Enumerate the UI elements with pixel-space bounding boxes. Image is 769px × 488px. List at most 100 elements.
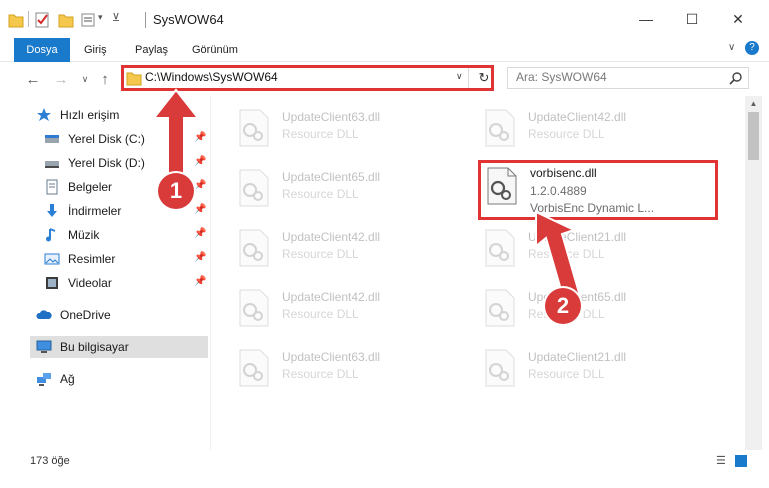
file-name: UpdateClient21.dll [528, 350, 627, 364]
details-view-icon[interactable]: ☰ [716, 455, 726, 467]
pin-icon[interactable]: 📌 [194, 204, 206, 215]
file-item[interactable]: UpdateClient42.dll Resource DLL [472, 98, 712, 154]
dll-file-icon [485, 289, 515, 327]
dll-file-icon [239, 169, 269, 207]
item-count: 173 öğe [30, 455, 70, 467]
sidebar-item-label: Videolar [68, 276, 112, 290]
new-folder-icon[interactable] [58, 11, 74, 29]
status-bar [0, 450, 769, 474]
search-icon[interactable] [729, 71, 743, 85]
tab-file[interactable]: Dosya [14, 38, 70, 62]
maximize-button[interactable]: ☐ [669, 0, 715, 38]
help-icon[interactable]: ? [745, 41, 759, 55]
dll-file-icon [239, 349, 269, 387]
file-type: Resource DLL [282, 307, 359, 321]
music-icon [44, 227, 60, 243]
quick-access-dropdown-icon[interactable]: ⊻ [112, 11, 120, 24]
file-name: UpdateClient42.dll [282, 230, 381, 244]
file-type: Resource DLL [282, 127, 359, 141]
recent-locations-button[interactable]: ∨ [76, 70, 94, 88]
sidebar-item-label: Resimler [68, 252, 116, 266]
file-item[interactable]: UpdateClient65.dll Resource DLL [226, 158, 466, 214]
forward-button[interactable]: → [52, 70, 70, 88]
sidebar-item-onedrive[interactable]: OneDrive [36, 304, 208, 326]
title-separator [145, 12, 146, 28]
file-name: UpdateClient42.dll [528, 110, 627, 124]
divider [28, 11, 29, 27]
minimize-button[interactable]: — [623, 0, 669, 38]
folder-icon[interactable] [8, 11, 24, 29]
file-type: Resource DLL [528, 127, 605, 141]
customize-icon[interactable] [80, 11, 96, 29]
back-button[interactable]: ← [24, 70, 42, 88]
file-item[interactable]: UpdateClient42.dll Resource DLL [226, 218, 466, 274]
sidebar-item-label: Ağ [60, 372, 75, 386]
sidebar-item-label: Müzik [68, 228, 100, 242]
dropdown-icon[interactable]: ▾ [98, 12, 103, 23]
sidebar-item-label: Yerel Disk (C:) [68, 132, 145, 146]
sidebar-item-network[interactable]: Ağ [36, 368, 208, 390]
video-icon [44, 275, 60, 291]
star-icon [36, 107, 52, 123]
drive-icon [44, 155, 60, 171]
document-icon [44, 179, 60, 195]
file-name: UpdateClient63.dll [282, 110, 381, 124]
sidebar-item-downloads[interactable]: İndirmeler 📌 [44, 200, 216, 222]
drive-icon [44, 131, 60, 147]
file-item[interactable]: UpdateClient42.dll Resource DLL [226, 278, 466, 334]
sidebar-item-this-pc[interactable]: Bu bilgisayar [30, 336, 208, 358]
file-name: UpdateClient63.dll [282, 350, 381, 364]
search-placeholder: Ara: SysWOW64 [516, 70, 607, 84]
sidebar-item-pictures[interactable]: Resimler 📌 [44, 248, 216, 270]
dll-file-icon [239, 289, 269, 327]
scroll-up-icon[interactable]: ▲ [745, 96, 762, 112]
dll-file-icon [485, 229, 515, 267]
file-type: Resource DLL [282, 187, 359, 201]
properties-icon[interactable] [34, 11, 50, 29]
sidebar-item-label: Hızlı erişim [60, 108, 120, 122]
dll-file-icon [485, 349, 515, 387]
file-item[interactable]: UpdateClient63.dll Resource DLL [226, 98, 466, 154]
tab-view[interactable]: Görünüm [192, 38, 238, 62]
file-name: UpdateClient42.dll [282, 290, 381, 304]
vertical-scrollbar[interactable]: ▲ [745, 96, 762, 450]
close-button[interactable]: ✕ [715, 0, 761, 38]
tab-share[interactable]: Paylaş [135, 38, 168, 62]
window-title: SysWOW64 [153, 12, 224, 27]
file-type: Resource DLL [528, 367, 605, 381]
view-toggle: ☰ [716, 454, 747, 468]
sidebar-item-music[interactable]: Müzik 📌 [44, 224, 216, 246]
expand-ribbon-icon[interactable]: ∨ [728, 42, 735, 53]
title-bar: ▾ ⊻ SysWOW64 — ☐ ✕ [0, 0, 769, 38]
tab-home[interactable]: Giriş [84, 38, 107, 62]
sidebar-item-label: İndirmeler [68, 204, 122, 218]
step-1-badge: 1 [158, 173, 194, 209]
network-icon [36, 371, 52, 387]
file-item[interactable]: UpdateClient63.dll Resource DLL [226, 338, 466, 394]
pin-icon[interactable]: 📌 [194, 252, 206, 263]
sidebar-item-videos[interactable]: Videolar 📌 [44, 272, 216, 294]
dll-file-icon [239, 229, 269, 267]
scrollbar-thumb[interactable] [748, 112, 759, 160]
pin-icon[interactable]: 📌 [194, 228, 206, 239]
file-highlight [478, 160, 718, 220]
dll-file-icon [239, 109, 269, 147]
sidebar-item-label: Bu bilgisayar [60, 340, 129, 354]
dll-file-icon [485, 109, 515, 147]
pin-icon[interactable]: 📌 [194, 276, 206, 287]
step-2-badge: 2 [545, 288, 581, 324]
sidebar-item-label: Yerel Disk (D:) [68, 156, 145, 170]
file-type: Resource DLL [282, 247, 359, 261]
cloud-icon [36, 307, 52, 323]
ribbon-tabs: Dosya Giriş Paylaş Görünüm ∨ ? [0, 38, 769, 62]
file-type: Resource DLL [282, 367, 359, 381]
sidebar-item-label: OneDrive [60, 308, 111, 322]
file-item[interactable]: UpdateClient21.dll Resource DLL [472, 338, 712, 394]
download-icon [44, 203, 60, 219]
up-button[interactable]: ↑ [96, 70, 114, 88]
sidebar-item-label: Belgeler [68, 180, 113, 194]
computer-icon [36, 339, 52, 355]
tiles-view-icon[interactable] [734, 455, 747, 468]
file-name: UpdateClient65.dll [282, 170, 381, 184]
picture-icon [44, 251, 60, 267]
